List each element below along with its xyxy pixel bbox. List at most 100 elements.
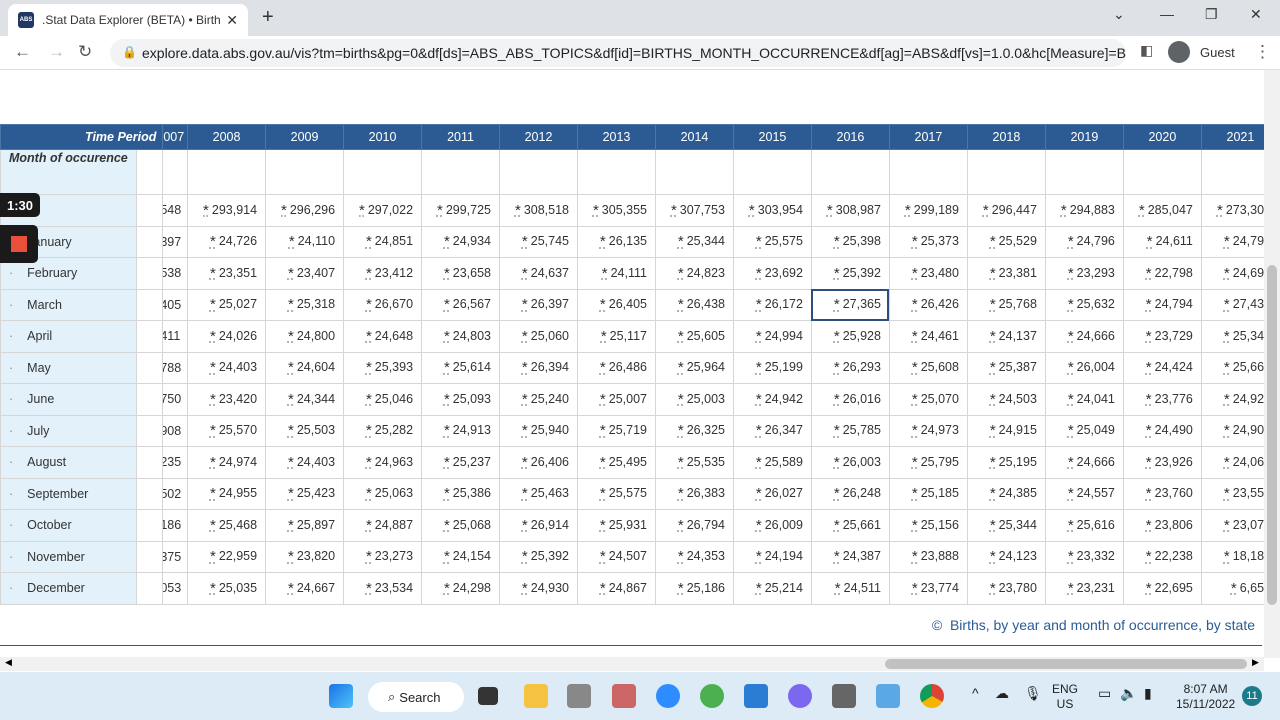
value-cell[interactable]: * 25,186 xyxy=(654,572,734,605)
flag-icon[interactable]: * xyxy=(522,580,528,597)
value-cell[interactable]: * 23,407 xyxy=(265,257,345,290)
value-cell[interactable]: * 23,381 xyxy=(966,257,1046,290)
flag-icon[interactable]: * xyxy=(678,548,684,565)
value-cell[interactable]: * 25,940 xyxy=(499,414,578,447)
flag-icon[interactable]: * xyxy=(210,391,216,408)
forward-icon[interactable]: → xyxy=(48,42,65,62)
flag-icon[interactable]: * xyxy=(912,485,918,502)
flag-icon[interactable]: * xyxy=(912,548,918,565)
value-cell[interactable]: * 26,426 xyxy=(888,288,968,321)
flag-icon[interactable]: * xyxy=(990,328,996,345)
value-cell[interactable]: * 25,344 xyxy=(966,509,1046,542)
flag-icon[interactable]: * xyxy=(444,359,450,376)
value-cell[interactable]: * 299,189 xyxy=(888,194,968,227)
value-cell[interactable]: * 25,529 xyxy=(966,225,1046,258)
value-cell[interactable]: * 26,914 xyxy=(499,509,578,542)
value-cell[interactable]: * 285,047 xyxy=(1122,194,1202,227)
value-cell[interactable]: * 23,692 xyxy=(732,257,812,290)
flag-icon[interactable]: * xyxy=(912,454,918,471)
value-cell[interactable]: * 23,658 xyxy=(421,257,501,290)
value-cell[interactable]: * 24,803 xyxy=(421,320,501,353)
chrome-icon[interactable] xyxy=(920,684,944,708)
value-cell[interactable]: * 25,046 xyxy=(343,383,423,416)
flag-icon[interactable]: * xyxy=(600,485,606,502)
value-cell[interactable]: * 24,934 xyxy=(421,225,501,258)
flag-icon[interactable]: * xyxy=(366,328,372,345)
restore-icon[interactable]: ❐ xyxy=(1205,6,1218,23)
horizontal-scrollbar[interactable]: ◀ ▶ xyxy=(0,657,1264,671)
value-cell[interactable]: * 25,156 xyxy=(888,509,968,542)
value-cell[interactable]: * 25,928 xyxy=(810,320,890,353)
value-cell[interactable]: * 24,666 xyxy=(1044,320,1124,353)
flag-icon[interactable]: * xyxy=(366,265,372,282)
value-cell[interactable]: * 25,007 xyxy=(577,383,656,416)
value-cell[interactable]: * 23,888 xyxy=(888,540,968,573)
flag-icon[interactable]: * xyxy=(990,454,996,471)
flag-icon[interactable]: * xyxy=(1068,580,1074,597)
value-cell[interactable]: * 25,535 xyxy=(654,446,734,479)
value-cell[interactable]: * 25,237 xyxy=(421,446,501,479)
onedrive-icon[interactable]: ☁ xyxy=(995,686,1009,701)
flag-icon[interactable]: * xyxy=(912,422,918,439)
flag-icon[interactable]: * xyxy=(359,202,365,219)
value-cell[interactable]: * 26,347 xyxy=(732,414,812,447)
flag-icon[interactable]: * xyxy=(678,233,684,250)
flag-icon[interactable]: * xyxy=(990,265,996,282)
value-cell[interactable]: * 25,575 xyxy=(577,477,656,510)
flag-icon[interactable]: * xyxy=(835,580,841,597)
value-cell[interactable]: * 23,534 xyxy=(343,572,423,605)
value-cell[interactable]: * 25,745 xyxy=(499,225,578,258)
flag-icon[interactable]: * xyxy=(444,580,450,597)
value-cell[interactable]: * 25,093 xyxy=(421,383,501,416)
value-cell[interactable]: * 24,974 xyxy=(187,446,267,479)
year-header[interactable]: 2017 xyxy=(888,124,968,150)
flag-icon[interactable]: * xyxy=(444,485,450,502)
value-cell[interactable]: * 25,049 xyxy=(1044,414,1124,447)
value-cell[interactable]: * 24,800 xyxy=(265,320,345,353)
flag-icon[interactable]: * xyxy=(522,328,528,345)
value-cell[interactable]: * 26,293 xyxy=(810,351,890,384)
value-cell[interactable]: * 26,394 xyxy=(499,351,578,384)
close-window-icon[interactable]: ✕ xyxy=(1250,6,1262,23)
flag-icon[interactable]: * xyxy=(1146,328,1152,345)
value-cell[interactable]: * 24,796 xyxy=(1044,225,1124,258)
flag-icon[interactable]: * xyxy=(1068,517,1074,534)
flag-icon[interactable]: * xyxy=(203,202,209,219)
value-cell[interactable]: * 23,926 xyxy=(1122,446,1202,479)
flag-icon[interactable]: * xyxy=(990,580,996,597)
year-header[interactable]: 2012 xyxy=(499,124,578,150)
flag-icon[interactable]: * xyxy=(912,328,918,345)
value-cell[interactable]: * 24,726 xyxy=(187,225,267,258)
value-cell[interactable]: * 25,795 xyxy=(888,446,968,479)
flag-icon[interactable]: * xyxy=(905,202,911,219)
flag-icon[interactable]: * xyxy=(756,454,762,471)
flag-icon[interactable]: * xyxy=(678,454,684,471)
value-cell[interactable]: * 24,666 xyxy=(1044,446,1124,479)
value-cell[interactable]: * 25,605 xyxy=(654,320,734,353)
app-window-icon[interactable] xyxy=(876,684,900,708)
settings-icon[interactable] xyxy=(788,684,812,708)
flag-icon[interactable]: * xyxy=(1061,202,1067,219)
flag-icon[interactable]: * xyxy=(756,359,762,376)
flag-icon[interactable]: * xyxy=(678,391,684,408)
value-cell[interactable]: * 24,111 xyxy=(577,257,656,290)
value-cell[interactable]: * 24,955 xyxy=(187,477,267,510)
value-cell[interactable]: * 25,240 xyxy=(499,383,578,416)
task-view-icon[interactable] xyxy=(478,687,498,705)
value-cell[interactable]: * 25,282 xyxy=(343,414,423,447)
flag-icon[interactable]: * xyxy=(671,202,677,219)
flag-icon[interactable]: * xyxy=(834,391,840,408)
flag-icon[interactable]: * xyxy=(444,422,450,439)
year-header[interactable]: 2016 xyxy=(810,124,890,150)
flag-icon[interactable]: * xyxy=(444,517,450,534)
row-label[interactable]: · May xyxy=(0,351,137,384)
flag-icon[interactable]: * xyxy=(990,233,996,250)
flag-icon[interactable]: * xyxy=(1146,485,1152,502)
flag-icon[interactable]: * xyxy=(1068,548,1074,565)
flag-icon[interactable]: * xyxy=(366,548,372,565)
flag-icon[interactable]: * xyxy=(281,202,287,219)
flag-icon[interactable]: * xyxy=(912,580,918,597)
value-cell[interactable]: * 25,661 xyxy=(810,509,890,542)
value-cell[interactable]: * 25,614 xyxy=(421,351,501,384)
flag-icon[interactable]: * xyxy=(210,548,216,565)
